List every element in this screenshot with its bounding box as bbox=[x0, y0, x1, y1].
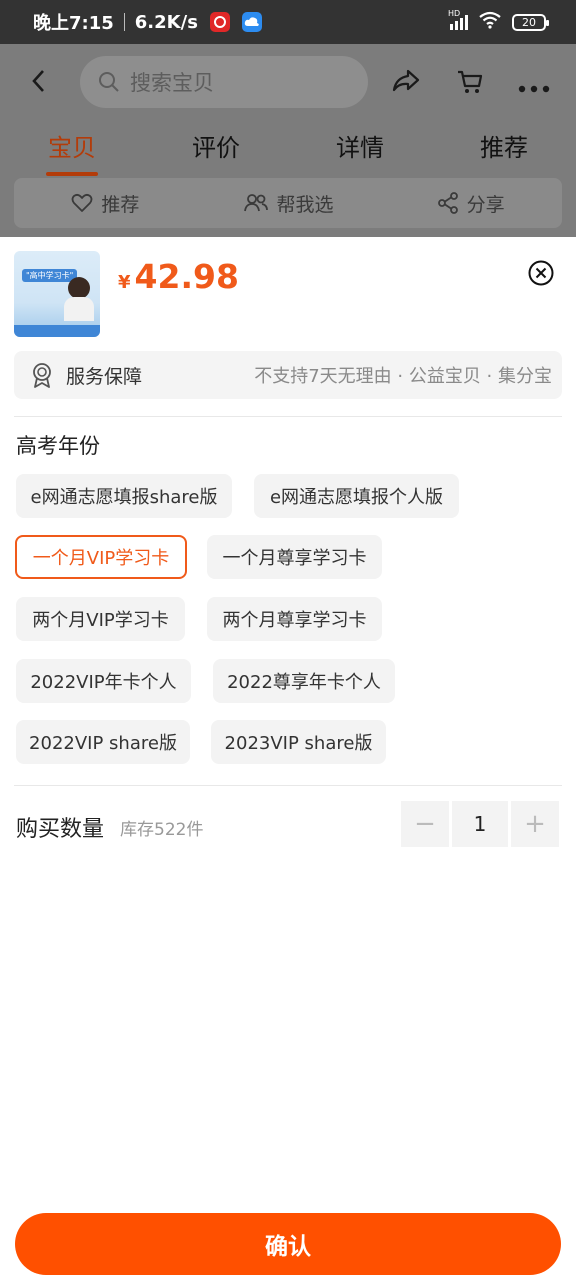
forward-icon bbox=[392, 69, 420, 92]
action-label: 分享 bbox=[466, 193, 505, 216]
recommend-button[interactable]: 推荐 bbox=[14, 178, 197, 228]
share-button[interactable]: 分享 bbox=[379, 178, 562, 228]
quantity-stepper: − 1 + bbox=[401, 801, 559, 847]
minus-icon: − bbox=[414, 809, 436, 839]
status-separator bbox=[123, 13, 125, 31]
product-thumbnail[interactable]: "高中学习卡" bbox=[14, 251, 100, 337]
currency-symbol: ¥ bbox=[118, 272, 131, 293]
divider bbox=[14, 416, 562, 417]
product-price: ¥ 42.98 bbox=[118, 257, 239, 296]
product-header: 搜索宝贝 宝贝 评价 详情 推荐 推荐 帮我选 分享 bbox=[0, 44, 576, 237]
chevron-left-icon bbox=[32, 70, 44, 92]
option-chip[interactable]: 两个月VIP学习卡 bbox=[16, 597, 185, 641]
tab-recommend[interactable]: 推荐 bbox=[432, 128, 576, 168]
option-label: 两个月VIP学习卡 bbox=[32, 610, 169, 631]
option-chip[interactable]: e网通志愿填报share版 bbox=[16, 474, 232, 518]
heart-icon bbox=[71, 193, 93, 212]
help-me-choose-button[interactable]: 帮我选 bbox=[197, 178, 380, 228]
service-description: 不支持7天无理由 · 公益宝贝 · 集分宝 bbox=[254, 366, 552, 387]
plus-icon: + bbox=[524, 809, 546, 839]
option-label: 一个月VIP学习卡 bbox=[32, 548, 170, 569]
thumbnail-footer-bar bbox=[14, 325, 100, 337]
option-label: 2022尊享年卡个人 bbox=[227, 672, 381, 693]
option-label: 一个月尊享学习卡 bbox=[222, 548, 367, 569]
status-time: 晚上7:15 bbox=[33, 13, 114, 34]
tab-label: 评价 bbox=[192, 134, 240, 162]
option-chip[interactable]: 一个月尊享学习卡 bbox=[207, 535, 382, 579]
search-input[interactable]: 搜索宝贝 bbox=[80, 56, 368, 108]
option-label: e网通志愿填报share版 bbox=[30, 487, 218, 508]
more-button[interactable] bbox=[518, 78, 550, 97]
increment-button[interactable]: + bbox=[511, 801, 559, 847]
back-button[interactable] bbox=[30, 68, 46, 101]
tab-baobei[interactable]: 宝贝 bbox=[0, 128, 144, 168]
battery-indicator: 20 bbox=[512, 13, 549, 31]
option-label: e网通志愿填报个人版 bbox=[269, 487, 444, 508]
signal-icon: HD bbox=[448, 9, 468, 30]
tab-reviews[interactable]: 评价 bbox=[144, 128, 288, 168]
tab-label: 宝贝 bbox=[48, 134, 96, 162]
cart-icon bbox=[458, 70, 483, 93]
thumbnail-text: "高中学习卡" bbox=[22, 269, 78, 282]
close-circle-icon bbox=[528, 260, 554, 286]
thumbnail-figure-head bbox=[68, 277, 90, 299]
action-bar: 推荐 帮我选 分享 bbox=[14, 178, 562, 228]
search-icon bbox=[99, 72, 119, 92]
option-chip[interactable]: 2023VIP share版 bbox=[211, 720, 386, 764]
option-chip[interactable]: 2022尊享年卡个人 bbox=[213, 659, 395, 703]
option-chip[interactable]: 两个月尊享学习卡 bbox=[207, 597, 382, 641]
tab-bar: 宝贝 评价 详情 推荐 bbox=[0, 128, 576, 168]
confirm-label: 确认 bbox=[265, 1234, 311, 1260]
option-chip[interactable]: 2022VIP share版 bbox=[16, 720, 190, 764]
option-label: 两个月尊享学习卡 bbox=[222, 610, 367, 631]
forward-share-button[interactable] bbox=[392, 68, 420, 98]
status-bar: 晚上7:15 6.2K/s HD 20 bbox=[0, 0, 576, 44]
option-chip[interactable]: 2022VIP年卡个人 bbox=[16, 659, 191, 703]
close-button[interactable] bbox=[528, 260, 554, 286]
option-chip-selected[interactable]: 一个月VIP学习卡 bbox=[15, 535, 187, 579]
cart-button[interactable] bbox=[456, 68, 484, 100]
tab-label: 详情 bbox=[336, 134, 384, 162]
search-placeholder: 搜索宝贝 bbox=[130, 71, 214, 95]
action-label: 帮我选 bbox=[276, 193, 334, 216]
tab-label: 推荐 bbox=[480, 134, 528, 162]
quantity-value[interactable]: 1 bbox=[452, 801, 508, 847]
action-label: 推荐 bbox=[101, 193, 140, 216]
sku-selector-sheet: "高中学习卡" ¥ 42.98 服务保障 不支持7天无理由 · 公益宝贝 · 集… bbox=[0, 237, 576, 1280]
stock-count: 库存522件 bbox=[120, 820, 204, 840]
thumbnail-figure-body bbox=[64, 297, 94, 321]
quantity-label: 购买数量 bbox=[16, 817, 105, 842]
wifi-icon bbox=[478, 11, 502, 33]
option-label: 2023VIP share版 bbox=[224, 733, 373, 754]
people-icon bbox=[243, 194, 268, 212]
cloud-app-icon bbox=[241, 12, 262, 32]
divider bbox=[14, 785, 562, 786]
netease-music-icon bbox=[209, 12, 230, 32]
option-chip[interactable]: e网通志愿填报个人版 bbox=[254, 474, 459, 518]
price-value: 42.98 bbox=[134, 257, 239, 296]
service-guarantee[interactable]: 服务保障 不支持7天无理由 · 公益宝贝 · 集分宝 bbox=[14, 351, 562, 399]
more-dots-icon bbox=[518, 85, 550, 93]
service-label: 服务保障 bbox=[66, 365, 143, 388]
option-label: 2022VIP年卡个人 bbox=[30, 672, 177, 693]
share-icon bbox=[437, 192, 458, 214]
tab-details[interactable]: 详情 bbox=[288, 128, 432, 168]
badge-icon bbox=[33, 363, 51, 388]
network-type-label: HD bbox=[448, 8, 461, 18]
confirm-button[interactable]: 确认 bbox=[15, 1213, 561, 1275]
decrement-button[interactable]: − bbox=[401, 801, 449, 847]
option-group-title: 高考年份 bbox=[16, 434, 100, 458]
status-net-speed: 6.2K/s bbox=[134, 11, 198, 33]
option-label: 2022VIP share版 bbox=[29, 733, 177, 754]
